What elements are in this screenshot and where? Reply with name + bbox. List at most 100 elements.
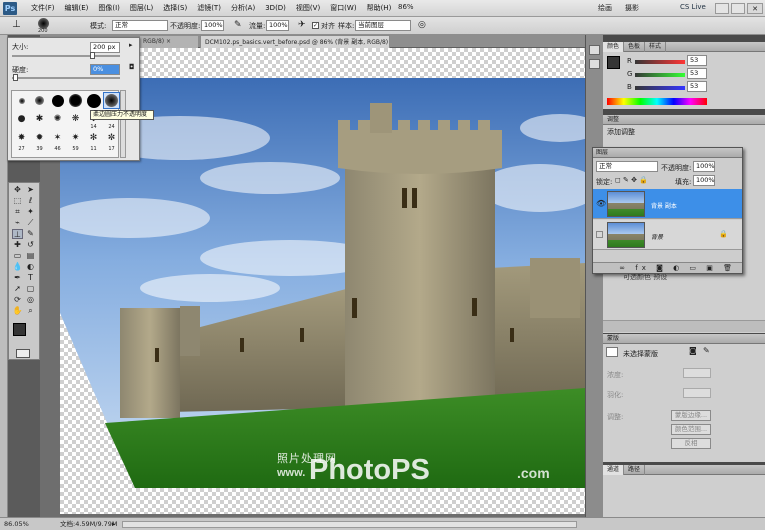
masks-panel-title[interactable]: 蒙版 xyxy=(603,334,765,344)
healing-tool-icon[interactable]: ✚ xyxy=(12,240,23,250)
sample-select[interactable]: 当前图层 xyxy=(355,20,411,31)
restore-button[interactable] xyxy=(731,3,745,14)
brush-icon[interactable]: ❋ xyxy=(67,110,84,127)
close-icon[interactable]: ✕ xyxy=(747,3,763,14)
path-select-icon[interactable]: ➚ xyxy=(12,284,23,294)
fill-input[interactable]: 100% xyxy=(693,175,715,186)
tab-color[interactable]: 颜色 xyxy=(603,42,625,52)
layer-row[interactable]: 背景 🔒 xyxy=(593,220,742,250)
zoom-tool-icon[interactable]: ⌕ xyxy=(25,306,36,316)
brush-tool-icon[interactable]: ✎ xyxy=(25,229,36,239)
g-input[interactable]: 53 xyxy=(687,68,707,79)
hand-tool-icon[interactable]: ✋ xyxy=(12,306,23,316)
dock-icon[interactable] xyxy=(589,59,600,69)
gradient-tool-icon[interactable]: ▤ xyxy=(25,251,36,261)
hardness-slider-track[interactable] xyxy=(12,77,120,79)
tab-document-1[interactable]: RGB/8) × xyxy=(140,36,198,48)
r-slider[interactable] xyxy=(635,60,685,64)
foreground-color-swatch[interactable] xyxy=(13,323,26,336)
eyedropper-tool-icon[interactable]: ⌁ xyxy=(12,218,23,228)
tab-swatches[interactable]: 色板 xyxy=(624,42,646,52)
b-slider[interactable] xyxy=(635,86,685,90)
lasso-tool-icon[interactable]: ℓ xyxy=(25,196,36,206)
invert-button[interactable]: 反相 xyxy=(671,438,711,449)
menu-file[interactable]: 文件(F) xyxy=(26,0,60,17)
b-input[interactable]: 53 xyxy=(687,81,707,92)
lock-icons[interactable]: ◻ ✎ ✥ 🔒 xyxy=(615,176,648,184)
brush-icon[interactable]: ✱ xyxy=(31,110,48,127)
stamp-tool-icon[interactable]: ⊥ xyxy=(12,19,21,30)
visibility-box[interactable] xyxy=(596,231,603,238)
adjust-panel-title[interactable]: 调整 xyxy=(603,115,765,125)
menu-layer[interactable]: 图层(L) xyxy=(125,0,158,17)
hardness-input[interactable]: 0% xyxy=(90,64,120,75)
menu-3d[interactable]: 3D(D) xyxy=(260,0,291,17)
opacity-input[interactable]: 100% xyxy=(201,20,224,31)
cs-live-button[interactable]: CS Live xyxy=(680,3,706,11)
marquee-tool-icon[interactable]: ⬚ xyxy=(12,196,23,206)
hardness-slider-thumb[interactable] xyxy=(13,74,18,81)
size-slider-track[interactable] xyxy=(12,55,120,57)
airbrush-icon[interactable]: ✈ xyxy=(298,20,306,30)
menu-filter[interactable]: 滤镜(T) xyxy=(192,0,226,17)
brush-selected[interactable] xyxy=(103,92,120,109)
tab-paths[interactable]: 路径 xyxy=(624,465,646,475)
blur-tool-icon[interactable]: 💧 xyxy=(12,262,23,272)
panel-menu-icon[interactable]: ▸ xyxy=(129,41,133,49)
layers-footer-icons[interactable]: ∞ fx ◙ ◐ ▭ ▣ 🗑 xyxy=(593,262,742,273)
stamp-tool-icon[interactable]: ⊥ xyxy=(12,229,23,239)
vector-mask-icon[interactable]: ✎ xyxy=(703,346,710,355)
move-tool-icon[interactable]: ✥ xyxy=(12,185,23,195)
history-brush-icon[interactable]: ↺ xyxy=(25,240,36,250)
tab-channels[interactable]: 通道 xyxy=(603,465,625,475)
layer-name[interactable]: 背景 xyxy=(651,232,663,241)
mask-edge-button[interactable]: 蒙版边缘... xyxy=(671,410,711,421)
layer-row-active[interactable]: 👁 背景 副本 xyxy=(593,189,742,219)
type-tool-icon[interactable]: T xyxy=(25,273,36,283)
3d-rotate-icon[interactable]: ⟳ xyxy=(12,295,23,305)
tab-document-active[interactable]: DCM102.ps_basics.vert_before.psd @ 86% (… xyxy=(200,35,390,59)
3d-orbit-icon[interactable]: ◎ xyxy=(25,295,36,305)
color-range-button[interactable]: 颜色范围... xyxy=(671,424,711,435)
mode-select[interactable]: 正常 xyxy=(112,20,168,31)
flow-input[interactable]: 100% xyxy=(266,20,289,31)
horizontal-scrollbar[interactable] xyxy=(122,521,577,528)
eraser-tool-icon[interactable]: ▭ xyxy=(12,251,23,261)
menu-window[interactable]: 窗口(W) xyxy=(325,0,361,17)
brush-icon[interactable]: ✷ xyxy=(67,129,84,146)
new-preset-icon[interactable]: ◘ xyxy=(129,63,135,71)
zoom-select[interactable]: 86% xyxy=(398,3,414,11)
pixel-mask-icon[interactable]: ◙ xyxy=(689,346,697,355)
layer-opacity-input[interactable]: 100% xyxy=(693,161,715,172)
workspace-paint[interactable]: 绘画 xyxy=(598,3,612,13)
arrow-tool-icon[interactable]: ➤ xyxy=(25,185,36,195)
blend-mode-select[interactable]: 正常 xyxy=(596,161,658,172)
density-input[interactable] xyxy=(683,368,711,378)
size-slider-thumb[interactable] xyxy=(90,52,95,59)
fg-color-chip[interactable] xyxy=(607,56,620,69)
brush-icon[interactable]: ● xyxy=(13,110,30,127)
r-input[interactable]: 53 xyxy=(687,55,707,66)
minimize-button[interactable] xyxy=(715,3,729,14)
menu-view[interactable]: 视图(V) xyxy=(291,0,325,17)
brush-icon[interactable]: ✸ xyxy=(13,129,30,146)
color-ramp[interactable] xyxy=(607,98,707,105)
align-checkbox[interactable]: ✓ xyxy=(312,22,319,29)
crop-tool-icon[interactable]: ⌗ xyxy=(12,207,23,217)
shape-tool-icon[interactable]: ▢ xyxy=(25,284,36,294)
status-zoom[interactable]: 86.05% xyxy=(4,518,29,530)
eye-icon[interactable]: 👁 xyxy=(596,199,606,208)
status-arrow-icon[interactable]: ▸ xyxy=(112,518,115,530)
brush-icon[interactable]: ✼ xyxy=(103,129,120,146)
brush-grid-scrollbar[interactable] xyxy=(120,90,126,158)
menu-analysis[interactable]: 分析(A) xyxy=(226,0,260,17)
layer-name[interactable]: 背景 副本 xyxy=(651,201,677,210)
tab-styles[interactable]: 样式 xyxy=(645,42,667,52)
menu-help[interactable]: 帮助(H) xyxy=(362,0,397,17)
brush-icon[interactable]: ✻ xyxy=(85,129,102,146)
pen-tool-icon[interactable]: ✒ xyxy=(12,273,23,283)
feather-input[interactable] xyxy=(683,388,711,398)
quick-mask-icon[interactable] xyxy=(16,349,30,358)
pressure-opacity-icon[interactable]: ✎ xyxy=(234,20,242,30)
g-slider[interactable] xyxy=(635,73,685,77)
